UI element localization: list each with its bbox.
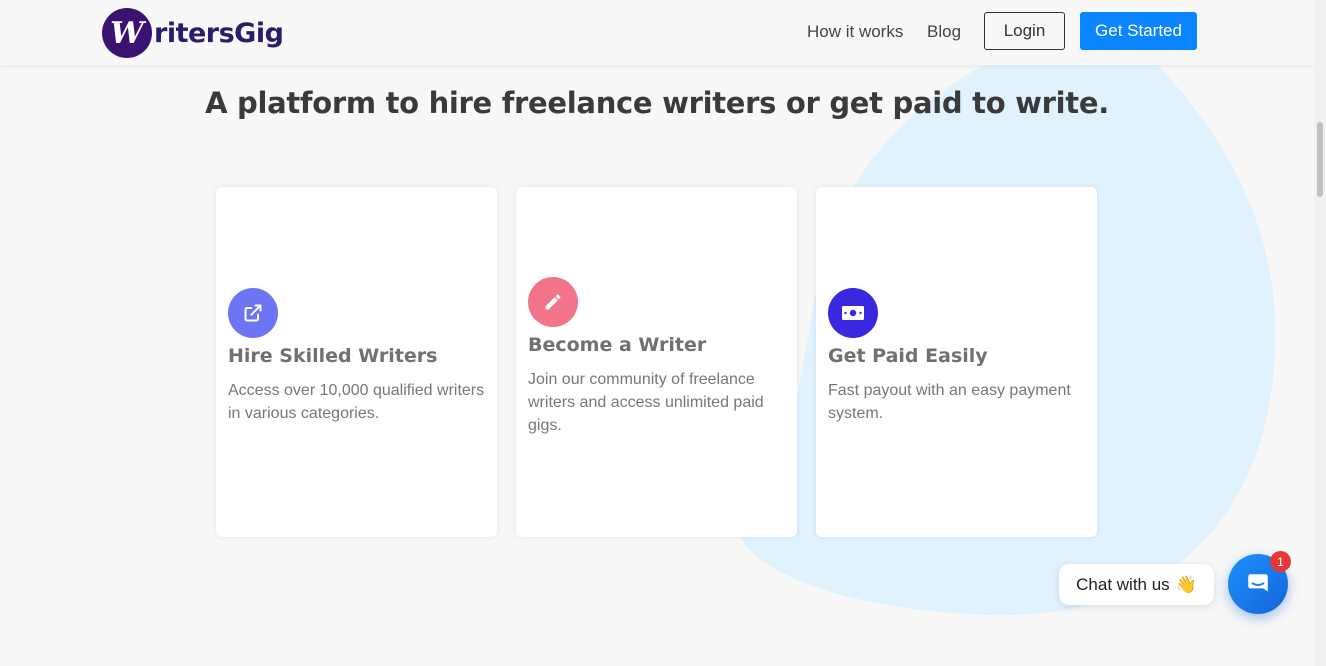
waving-hand-icon: 👋 [1175, 574, 1197, 594]
feature-card-hire: Hire Skilled Writers Access over 10,000 … [216, 187, 497, 537]
card-title: Hire Skilled Writers [228, 345, 438, 367]
navbar: W ritersGig How it works Blog Login Get … [0, 0, 1314, 65]
logo-mark: W [102, 8, 152, 58]
scrollbar-thumb[interactable] [1317, 122, 1323, 197]
card-title: Get Paid Easily [828, 345, 988, 367]
feature-card-become-writer: Become a Writer Join our community of fr… [516, 187, 797, 537]
nav-how-it-works-link[interactable]: How it works [807, 22, 903, 42]
chat-label-text: Chat with us [1076, 574, 1170, 594]
card-title: Become a Writer [528, 334, 707, 356]
unread-badge: 1 [1270, 551, 1291, 572]
login-button[interactable]: Login [984, 12, 1065, 50]
nav-blog-link[interactable]: Blog [927, 22, 961, 42]
card-description: Join our community of freelance writers … [528, 371, 764, 434]
external-link-icon [228, 288, 278, 338]
chat-with-us-label[interactable]: Chat with us 👋 [1059, 564, 1214, 605]
pencil-icon [528, 277, 578, 327]
card-description: Fast payout with an easy payment system. [828, 382, 1071, 422]
logo[interactable]: W ritersGig [102, 8, 284, 58]
get-started-button[interactable]: Get Started [1080, 12, 1197, 50]
chat-bubble-icon [1248, 574, 1268, 592]
page-headline: A platform to hire freelance writers or … [205, 86, 1109, 120]
feature-card-get-paid: Get Paid Easily Fast payout with an easy… [816, 187, 1097, 537]
card-description: Access over 10,000 qualified writers in … [228, 382, 485, 422]
money-bill-icon [828, 288, 878, 338]
logo-text: ritersGig [154, 17, 284, 49]
page-scrollbar[interactable] [1314, 0, 1326, 666]
